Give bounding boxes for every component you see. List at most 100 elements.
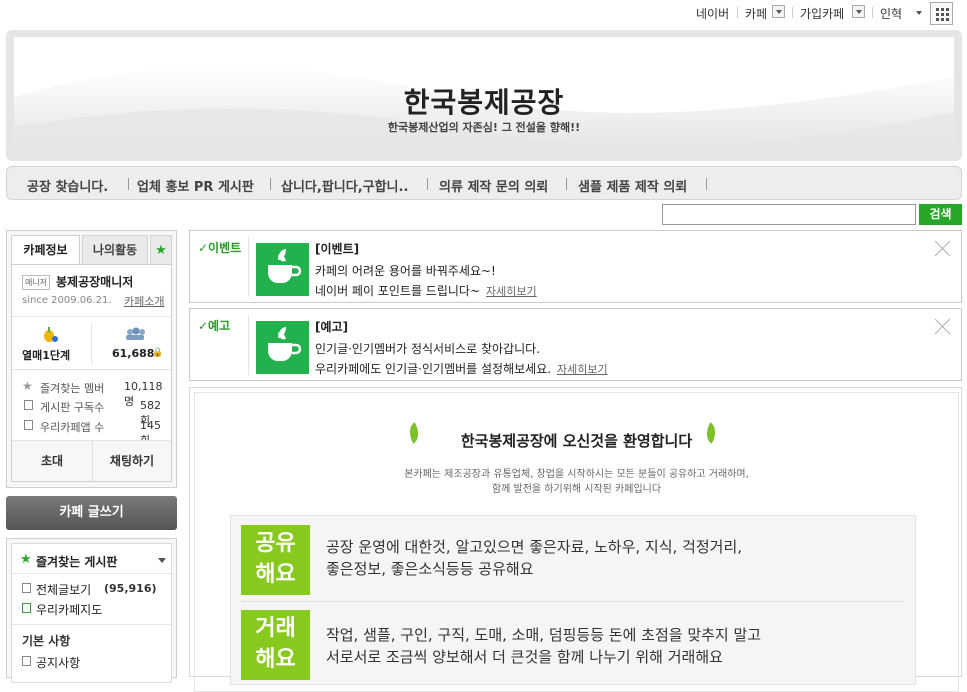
welcome-description: 본카페는 제조공장과 유통업체, 창업을 시작하시는 모든 분들이 공유하고 거… — [404, 469, 749, 480]
global-nav: 네이버 카페 가입카페 인혁 — [0, 0, 967, 28]
welcome-content: 한국봉제공장에 오신것을 환영합니다 본카페는 제조공장과 유통업체, 창업을 … — [189, 387, 962, 692]
tab-my-activity[interactable]: 나의활동 — [82, 235, 148, 265]
board-list-panel: ★ 즐겨찾는 게시판 전체글보기 (95,916) 우리카페지도 기본 사항 공… — [6, 538, 177, 683]
preview-notice: ✓예고 [예고] 인기글·인기멤버가 정식서비스로 찾아갑니다. 우리카페에도 … — [189, 308, 962, 381]
divider — [270, 178, 271, 190]
joined-cafe-dropdown-icon[interactable] — [852, 5, 865, 18]
welcome-title: 한국봉제공장에 오신것을 환영합니다 — [460, 432, 693, 450]
tab-cafe-info[interactable]: 카페정보 — [11, 235, 80, 265]
notice-title[interactable]: [이벤트] — [315, 240, 359, 257]
write-post-button[interactable]: 카페 글쓰기 — [6, 496, 177, 530]
phone-icon — [24, 420, 33, 430]
all-posts-link[interactable]: 전체글보기 — [36, 581, 91, 598]
menu-item-sample-request[interactable]: 샘플 제품 제작 의뢰 — [578, 176, 687, 195]
more-link[interactable]: 자세히보기 — [486, 283, 537, 299]
lock-icon: 🔒 — [152, 348, 164, 358]
favorite-boards-title[interactable]: 즐겨찾는 게시판 — [36, 553, 117, 570]
user-menu[interactable]: 인혁 — [880, 5, 902, 22]
notice-tag: ✓이벤트 — [198, 241, 242, 255]
section-text: 공장 운영에 대한것, 알고있으면 좋은자료, 노하우, 지식, 걱정거리, 좋… — [326, 536, 742, 580]
chat-button[interactable]: 채팅하기 — [93, 441, 171, 481]
section-text: 작업, 샘플, 구인, 구직, 도매, 소매, 덤핑등등 돈에 초점을 맞추지 … — [326, 624, 761, 668]
cafe-title[interactable]: 한국봉제공장 — [14, 81, 954, 121]
trade-badge: 거래 해요 — [241, 610, 310, 680]
since-date: since 2009.06.21. — [22, 295, 112, 306]
badge-text: 해요 — [255, 647, 296, 672]
list-icon — [22, 656, 31, 666]
cafe-menu-bar: 공장 찾습니다. 업체 홍보 PR 게시판 삽니다,팝니다,구합니.. 의류 제… — [6, 166, 962, 200]
welcome-description: 함께 발전을 하기위해 시작된 카페입니다 — [491, 484, 662, 495]
notice-line: 우리카페에도 인기글·인기멤버를 설정해보세요. — [315, 362, 552, 376]
divider — [12, 316, 171, 317]
search-input[interactable] — [662, 204, 916, 225]
notice-line: 인기글·인기멤버가 정식서비스로 찾아갑니다. — [315, 342, 541, 356]
divider — [128, 178, 129, 190]
stat-label: 우리카페앱 수 — [40, 421, 105, 434]
close-icon[interactable] — [934, 240, 951, 257]
stat-label: 게시판 구독수 — [40, 401, 105, 414]
notice-line: 네이버 페이 포인트를 드립니다~ — [315, 284, 481, 298]
cafe-cup-icon — [256, 243, 309, 296]
close-icon[interactable] — [934, 318, 951, 335]
badge-text: 거래 — [255, 616, 296, 641]
chevron-down-icon[interactable] — [916, 11, 922, 15]
members-icon — [124, 327, 145, 341]
divider — [91, 323, 92, 363]
all-posts-count: (95,916) — [104, 582, 157, 595]
cafe-dropdown-icon[interactable] — [772, 5, 785, 18]
divider — [872, 7, 873, 18]
check-icon — [24, 400, 33, 410]
more-link[interactable]: 자세히보기 — [557, 361, 608, 377]
notice-title[interactable]: [예고] — [315, 318, 348, 335]
divider — [566, 178, 567, 190]
cafe-intro-link[interactable]: 카페소개 — [124, 293, 164, 309]
invite-button[interactable]: 초대 — [12, 441, 92, 481]
divider — [737, 7, 738, 18]
fruit-level-icon — [42, 325, 58, 342]
divider — [241, 601, 903, 602]
cafe-map-link[interactable]: 우리카페지도 — [36, 601, 102, 618]
cafe-banner: 한국봉제공장 한국봉제산업의 자존심! 그 전설을 향해!! — [6, 30, 962, 161]
cafe-level[interactable]: 열매1단계 — [22, 347, 70, 363]
stat-label: 즐겨찾는 멤버 — [40, 382, 105, 395]
star-icon: ★ — [22, 379, 33, 393]
board-group-title: 기본 사항 — [22, 634, 71, 648]
naver-link[interactable]: 네이버 — [696, 5, 729, 22]
menu-item-buy-sell[interactable]: 삽니다,팝니다,구합니.. — [281, 176, 408, 195]
badge-text: 해요 — [255, 562, 296, 587]
manager-badge: 매니저 — [22, 275, 51, 290]
section-line: 공장 운영에 대한것, 알고있으면 좋은자료, 노하우, 지식, 걱정거리, — [326, 538, 743, 556]
cafe-cup-icon — [256, 321, 309, 374]
menu-item-factory-search[interactable]: 공장 찾습니다. — [27, 176, 108, 195]
welcome-panel: 공유 해요 공장 운영에 대한것, 알고있으면 좋은자료, 노하우, 지식, 걱… — [230, 515, 916, 685]
divider — [248, 237, 249, 297]
event-notice: ✓이벤트 [이벤트] 카페의 어려운 용어를 바꿔주세요~! 네이버 페이 포인… — [189, 230, 962, 303]
section-line: 좋은정보, 좋은소식등등 공유해요 — [326, 560, 534, 578]
section-line: 서로서로 조금씩 양보해서 더 큰것을 함께 나누기 위해 거래해요 — [326, 648, 723, 666]
notice-board-link[interactable]: 공지사항 — [36, 654, 80, 671]
member-count[interactable]: 61,688 — [112, 347, 154, 360]
cafe-info-panel: 카페정보 나의활동 ★ 매니저 봉제공장매니저 since 2009.06.21… — [6, 230, 177, 488]
joined-cafe-link[interactable]: 가입카페 — [800, 5, 844, 22]
divider — [706, 178, 707, 190]
manager-name[interactable]: 봉제공장매니저 — [56, 273, 133, 290]
tab-favorite[interactable]: ★ — [150, 235, 172, 265]
app-grid-icon[interactable] — [930, 2, 953, 25]
search-button[interactable]: 검색 — [919, 204, 962, 225]
section-line: 작업, 샘플, 구인, 구직, 도매, 소매, 덤핑등등 돈에 초점을 맞추지 … — [326, 626, 762, 644]
menu-item-pr-board[interactable]: 업체 홍보 PR 게시판 — [137, 176, 254, 195]
notice-tag: ✓예고 — [198, 319, 231, 333]
cafe-subtitle: 한국봉제산업의 자존심! 그 전설을 향해!! — [387, 121, 581, 134]
menu-item-clothing-request[interactable]: 의류 제작 문의 의뢰 — [439, 176, 548, 195]
share-badge: 공유 해요 — [241, 525, 310, 595]
chevron-down-icon[interactable] — [158, 558, 166, 563]
star-icon: ★ — [155, 243, 167, 258]
notice-line: 카페의 어려운 용어를 바꿔주세요~! — [315, 264, 496, 278]
cafe-link[interactable]: 카페 — [745, 5, 767, 22]
divider — [12, 624, 171, 625]
list-icon — [22, 583, 31, 593]
cafe-info-box: 매니저 봉제공장매니저 since 2009.06.21. 카페소개 열매1단계… — [11, 264, 172, 482]
divider — [792, 7, 793, 18]
divider — [12, 573, 171, 574]
divider — [12, 369, 171, 370]
